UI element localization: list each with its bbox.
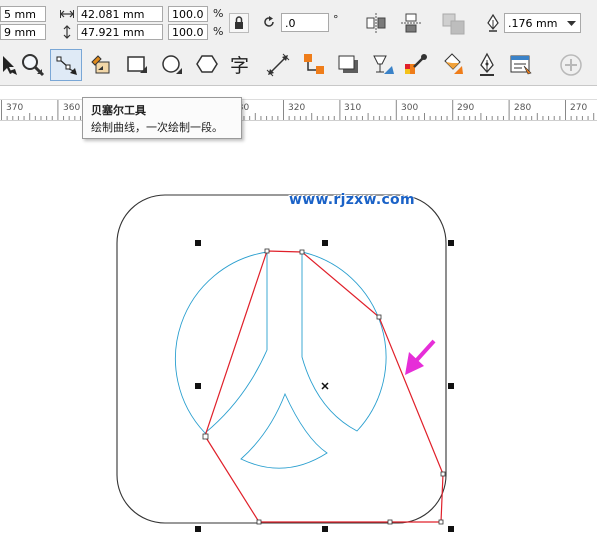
width-arrow-icon bbox=[60, 10, 74, 18]
drop-shadow-icon bbox=[338, 55, 358, 73]
ruler-label: 270 bbox=[570, 103, 588, 113]
x-position-field[interactable]: 5 mm bbox=[0, 6, 46, 22]
lock-ratio-button[interactable] bbox=[229, 13, 249, 33]
path-node[interactable] bbox=[264, 248, 270, 254]
path-node[interactable] bbox=[440, 471, 446, 477]
ruler-label: 370 bbox=[6, 103, 24, 113]
toolbox: 字 bbox=[0, 45, 597, 86]
path-node[interactable] bbox=[256, 519, 262, 525]
ruler-label: 280 bbox=[514, 103, 532, 113]
rectangle-icon bbox=[127, 56, 147, 73]
plus-circle-icon bbox=[560, 54, 582, 76]
selection-handle[interactable] bbox=[448, 383, 454, 389]
rotate-icon bbox=[264, 16, 274, 27]
smart-fill-icon bbox=[91, 55, 110, 74]
chevron-down-icon bbox=[567, 21, 576, 26]
ruler-label: 290 bbox=[457, 103, 475, 113]
mirror-horizontal-icon[interactable] bbox=[365, 12, 387, 34]
ellipse-tool[interactable] bbox=[156, 49, 188, 81]
property-bar: 5 mm 9 mm 42.081 mm 47.921 mm 100.0 100.… bbox=[0, 0, 597, 46]
tooltip-description: 绘制曲线，一次绘制一段。 bbox=[91, 121, 223, 134]
transparency-tool[interactable] bbox=[367, 49, 399, 81]
text-tool[interactable]: 字 bbox=[226, 49, 258, 81]
selection-handle[interactable] bbox=[322, 240, 328, 246]
polygon-icon bbox=[196, 55, 218, 73]
path-node[interactable] bbox=[376, 314, 382, 320]
text-glyph-icon: 字 bbox=[230, 55, 249, 77]
path-node[interactable] bbox=[387, 519, 393, 525]
wine-glass-icon bbox=[373, 55, 394, 74]
scale-x-field[interactable]: 100.0 bbox=[168, 6, 208, 22]
watermark-text: www.rjzxw.com bbox=[289, 192, 415, 208]
zoom-tool[interactable] bbox=[17, 49, 49, 81]
connector-tool[interactable] bbox=[298, 49, 330, 81]
path-node[interactable] bbox=[202, 433, 209, 440]
height-arrow-icon bbox=[63, 25, 71, 39]
ruler-label: 310 bbox=[344, 103, 362, 113]
width-field[interactable]: 42.081 mm bbox=[77, 6, 163, 22]
selection-handle[interactable] bbox=[195, 526, 201, 532]
drop-shadow-tool[interactable] bbox=[333, 49, 365, 81]
ellipse-icon bbox=[162, 55, 182, 74]
rectangle-tool[interactable] bbox=[121, 49, 153, 81]
degree-label: ° bbox=[333, 13, 339, 26]
paint-bucket-icon bbox=[444, 53, 463, 74]
magnifier-icon bbox=[22, 54, 45, 77]
polygon-tool[interactable] bbox=[191, 49, 223, 81]
y-position-field[interactable]: 9 mm bbox=[0, 24, 46, 40]
selection-handle[interactable] bbox=[195, 383, 201, 389]
selection-handle[interactable] bbox=[448, 526, 454, 532]
scale-y-field[interactable]: 100.0 bbox=[168, 24, 208, 40]
percent-label-y: % bbox=[213, 25, 224, 38]
outline-width-select[interactable]: .176 mm bbox=[504, 13, 581, 33]
object-properties-icon bbox=[510, 55, 532, 75]
color-eyedropper-tool[interactable] bbox=[400, 49, 432, 81]
outline-pen-icon bbox=[487, 14, 499, 32]
path-node[interactable] bbox=[299, 249, 305, 255]
bezier-tool-tooltip: 贝塞尔工具 绘制曲线，一次绘制一段。 bbox=[82, 97, 242, 139]
add-tool[interactable] bbox=[555, 49, 587, 81]
tooltip-title: 贝塞尔工具 bbox=[91, 104, 146, 117]
bezier-tool[interactable] bbox=[50, 49, 82, 81]
eyedropper-icon bbox=[405, 54, 427, 74]
svg-text:字: 字 bbox=[230, 55, 249, 77]
pen-nib-icon bbox=[480, 52, 494, 76]
ruler-label: 360 bbox=[63, 103, 81, 113]
smart-fill-tool[interactable] bbox=[86, 49, 118, 81]
object-properties-tool[interactable] bbox=[505, 49, 537, 81]
dimension-icon bbox=[266, 53, 290, 77]
dimension-tool[interactable] bbox=[262, 49, 294, 81]
interactive-fill-tool[interactable] bbox=[437, 49, 469, 81]
ruler-label: 300 bbox=[401, 103, 419, 113]
lock-icon bbox=[235, 16, 243, 29]
connector-icon bbox=[304, 54, 324, 74]
drawing-canvas[interactable]: www.rjzxw.com bbox=[0, 120, 597, 560]
selection-handle[interactable] bbox=[195, 240, 201, 246]
selection-handle[interactable] bbox=[322, 526, 328, 532]
selection-handle[interactable] bbox=[448, 240, 454, 246]
center-mark-icon[interactable] bbox=[321, 382, 329, 390]
mirror-vertical-icon[interactable] bbox=[400, 12, 422, 34]
outline-width-value: .176 mm bbox=[508, 17, 558, 30]
rotation-angle-field[interactable]: .0 bbox=[281, 13, 329, 32]
ruler-label: 320 bbox=[288, 103, 306, 113]
height-field[interactable]: 47.921 mm bbox=[77, 24, 163, 40]
bezier-curve-icon bbox=[56, 56, 77, 75]
path-node[interactable] bbox=[438, 519, 444, 525]
combine-icon[interactable] bbox=[441, 12, 467, 36]
smart-fill-pen-tool[interactable] bbox=[471, 49, 503, 81]
percent-label-x: % bbox=[213, 7, 224, 20]
magenta-arrow-icon bbox=[405, 339, 436, 375]
